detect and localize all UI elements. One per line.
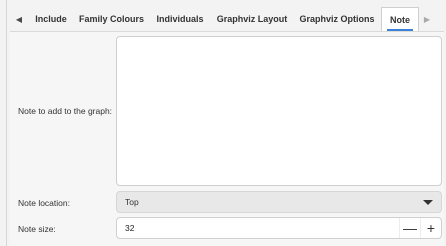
note-location-label: Note location: <box>18 198 70 208</box>
note-location-dropdown[interactable]: Top <box>116 191 442 213</box>
note-text-area[interactable] <box>116 36 442 186</box>
tab-family-colours[interactable]: Family Colours <box>74 7 149 31</box>
chevron-down-icon <box>423 200 433 205</box>
tab-note[interactable]: Note <box>381 7 419 31</box>
tab-individuals[interactable]: Individuals <box>149 7 211 31</box>
tab-bar: ◀ Include Family Colours Individuals Gra… <box>10 7 444 31</box>
tab-scroll-right-icon[interactable]: ▶ <box>419 7 435 31</box>
tab-include[interactable]: Include <box>28 7 74 31</box>
minus-icon[interactable]: — <box>399 218 420 238</box>
plus-icon[interactable]: + <box>420 218 441 238</box>
tab-graphviz-options[interactable]: Graphviz Options <box>293 7 381 31</box>
note-location-value: Top <box>125 197 139 207</box>
tab-scroll-left-icon[interactable]: ◀ <box>10 7 28 31</box>
window-edge-divider <box>6 0 7 246</box>
note-size-label: Note size: <box>18 224 56 234</box>
note-text-label: Note to add to the graph: <box>18 106 113 116</box>
tab-graphviz-layout[interactable]: Graphviz Layout <box>211 7 293 31</box>
note-size-spinner: — + <box>116 217 442 239</box>
note-size-input[interactable] <box>117 218 399 238</box>
note-options-panel: Note to add to the graph: Note location:… <box>10 31 444 246</box>
